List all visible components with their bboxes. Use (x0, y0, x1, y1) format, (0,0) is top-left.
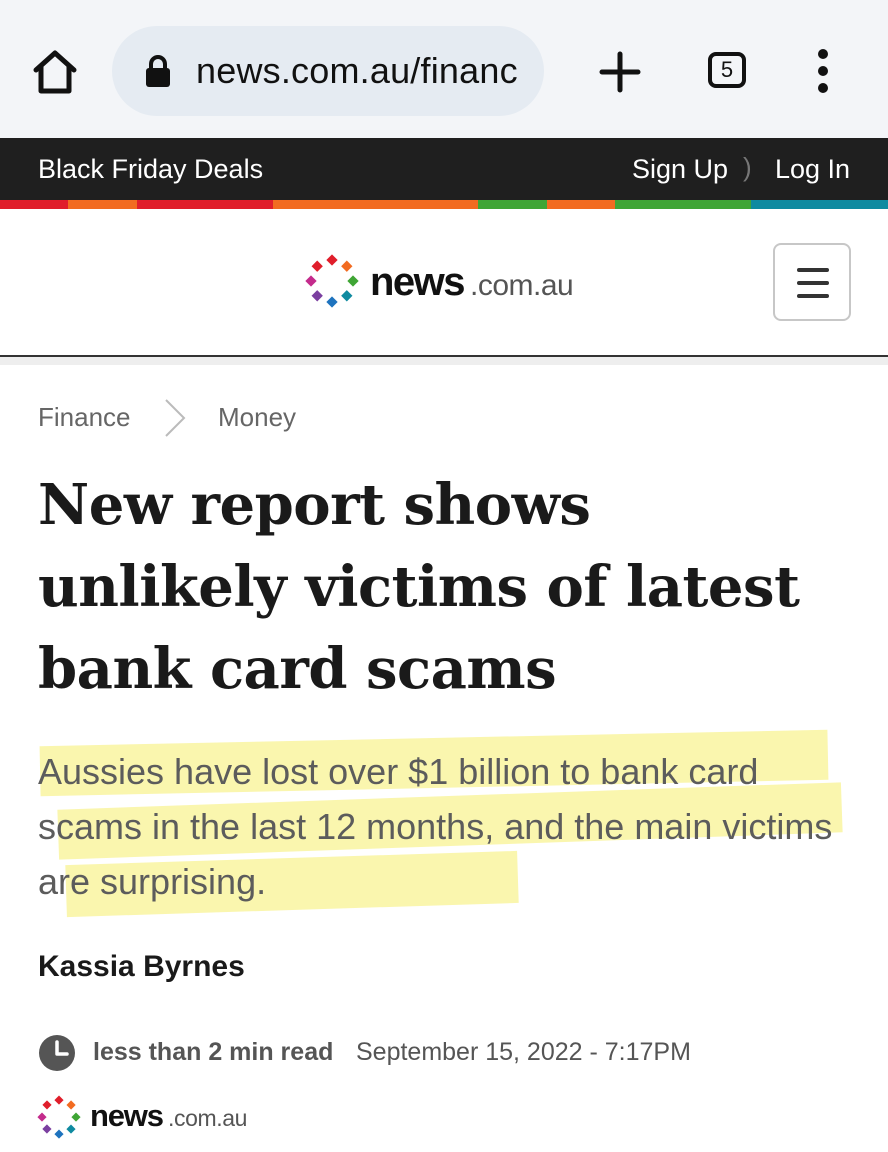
publish-date: September 15, 2022 - 7:17PM (356, 1038, 691, 1066)
breadcrumb-money[interactable]: Money (218, 402, 296, 433)
color-strip-segment (341, 200, 410, 209)
color-strip-segment (0, 200, 69, 209)
logo-dot (42, 1100, 52, 1110)
tab-switcher-button[interactable]: 5 (708, 52, 746, 88)
site-header: news .com.au (0, 209, 888, 357)
chevron-right-icon (165, 399, 186, 437)
menu-button[interactable] (773, 243, 851, 321)
author-name[interactable]: Kassia Byrnes (38, 950, 245, 984)
logo-word: news (90, 1098, 163, 1133)
logo-dot (37, 1112, 47, 1122)
lock-icon (146, 55, 170, 87)
logo-dot (54, 1129, 64, 1139)
logo-dot (311, 290, 323, 302)
logo-word: news (370, 260, 464, 304)
color-strip-segment (273, 200, 342, 209)
black-friday-link[interactable]: Black Friday Deals (38, 154, 263, 185)
logo-dot (66, 1124, 76, 1134)
logo-dots-icon (305, 254, 359, 308)
color-strip-segment (409, 200, 479, 209)
clock-icon (39, 1035, 75, 1071)
logo-domain: .com.au (168, 1105, 247, 1131)
news-logo[interactable]: news .com.au (304, 251, 594, 313)
browser-toolbar: news.com.au/financ 5 (0, 0, 888, 138)
header-divider (0, 357, 888, 365)
color-strip-segment (751, 200, 820, 209)
read-time: less than 2 min read (93, 1038, 334, 1066)
logo-dot (54, 1095, 64, 1105)
new-tab-plus-icon[interactable] (596, 48, 644, 96)
color-strip-segment (819, 200, 888, 209)
article-standfirst: Aussies have lost over $1 billion to ban… (38, 751, 833, 902)
sign-up-link[interactable]: Sign Up (632, 154, 728, 185)
logo-dot (326, 296, 338, 308)
divider: ) (743, 152, 752, 182)
home-icon[interactable] (30, 48, 80, 96)
url-text: news.com.au/financ (196, 50, 518, 91)
source-logo: news .com.au (37, 1095, 247, 1139)
breadcrumb-finance[interactable]: Finance (38, 402, 131, 433)
color-strip-segment (478, 200, 547, 209)
logo-dot (347, 275, 359, 287)
logo-dot (71, 1112, 81, 1122)
color-strip-segment (546, 200, 615, 209)
logo-dots-icon (37, 1095, 81, 1139)
logo-dot (311, 260, 323, 272)
logo-dot (341, 290, 353, 302)
logo-dot (341, 260, 353, 272)
color-strip-segment (136, 200, 205, 209)
color-strip-segment (204, 200, 274, 209)
address-bar[interactable]: news.com.au/financ (112, 26, 544, 116)
logo-dot (326, 254, 338, 266)
tab-count: 5 (720, 57, 734, 82)
logo-dot (42, 1124, 52, 1134)
brand-color-strip (0, 200, 888, 209)
logo-dot (66, 1100, 76, 1110)
color-strip-segment (683, 200, 752, 209)
log-in-link[interactable]: Log In (775, 154, 850, 185)
color-strip-segment (68, 200, 137, 209)
overflow-menu-icon[interactable] (812, 48, 834, 94)
logo-domain: .com.au (470, 269, 573, 302)
logo-dot (305, 275, 317, 287)
article-headline: New report shows unlikely victims of lat… (38, 472, 800, 702)
color-strip-segment (614, 200, 684, 209)
promo-bar: Black Friday Deals Sign Up ) Log In (0, 138, 888, 200)
